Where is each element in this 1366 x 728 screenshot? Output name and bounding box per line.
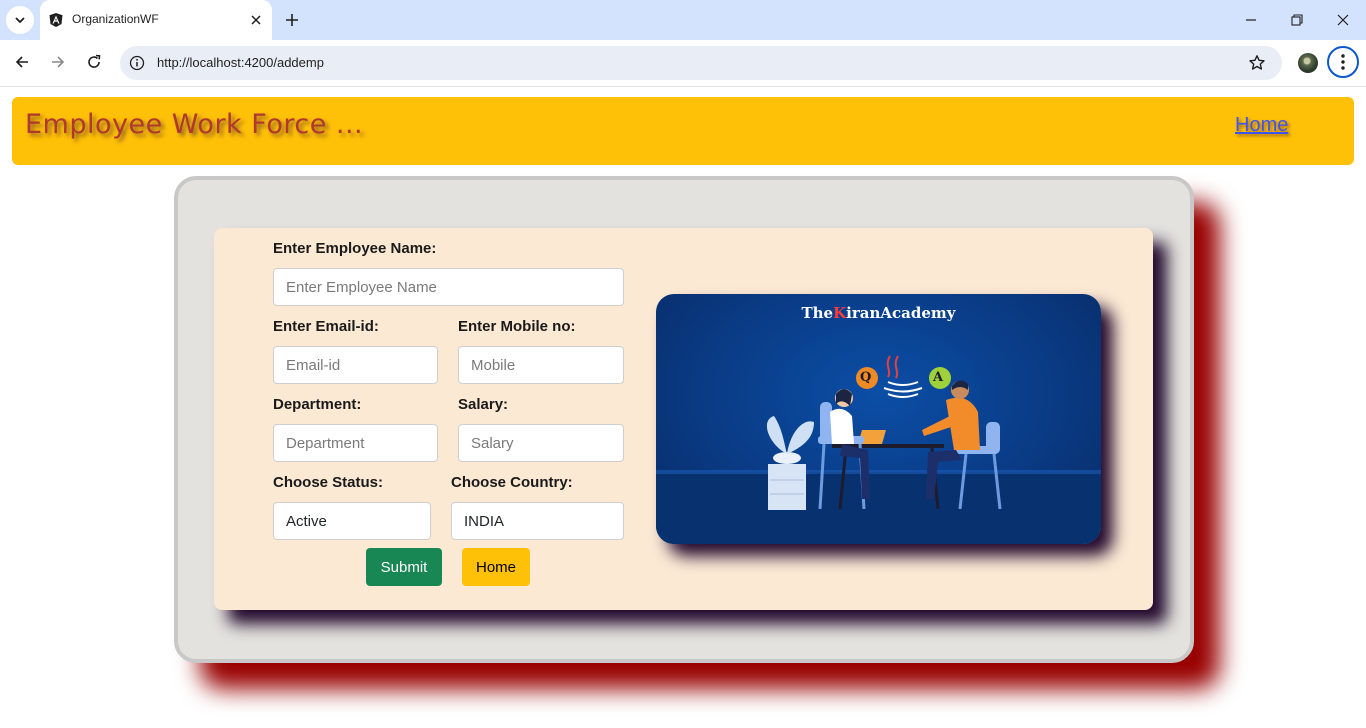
tab-search-button[interactable] <box>6 6 34 34</box>
browser-tab-strip: OrganizationWF <box>0 0 1366 40</box>
header-banner: Employee Work Force ... Home <box>12 97 1354 165</box>
brand-title: Employee Work Force ... <box>25 109 364 140</box>
bookmark-star-icon[interactable] <box>1248 54 1266 72</box>
tab-title: OrganizationWF <box>72 12 159 26</box>
nav-home-link[interactable]: Home <box>1235 114 1288 137</box>
back-arrow-icon[interactable] <box>12 52 32 72</box>
status-label: Choose Status: <box>273 474 384 491</box>
interview-illustration <box>656 355 1101 544</box>
new-tab-plus-icon[interactable] <box>282 10 302 30</box>
browser-toolbar: http://localhost:4200/addemp <box>0 40 1366 87</box>
country-select[interactable]: INDIA <box>451 502 624 540</box>
brand-highlight: K <box>833 304 847 322</box>
brand-suffix: iranAcademy <box>846 304 956 322</box>
submit-button[interactable]: Submit <box>366 548 442 586</box>
country-label: Choose Country: <box>451 474 573 491</box>
forward-arrow-icon[interactable] <box>48 52 68 72</box>
browser-tab[interactable]: OrganizationWF <box>40 0 272 40</box>
department-input[interactable] <box>273 424 438 462</box>
address-bar[interactable]: http://localhost:4200/addemp <box>120 46 1282 80</box>
browser-menu-button[interactable] <box>1327 46 1359 78</box>
salary-label: Salary: <box>458 396 509 413</box>
answer-bubble: A <box>933 370 944 385</box>
status-select[interactable]: Active <box>273 502 431 540</box>
minimize-window-icon[interactable] <box>1241 10 1261 30</box>
home-button[interactable]: Home <box>462 548 530 586</box>
close-tab-icon[interactable] <box>248 12 264 28</box>
angular-favicon-icon <box>49 13 63 27</box>
profile-avatar[interactable] <box>1298 53 1318 73</box>
mobile-label: Enter Mobile no: <box>458 318 576 335</box>
site-info-icon[interactable] <box>129 55 145 71</box>
salary-input[interactable] <box>458 424 624 462</box>
kebab-menu-icon <box>1341 54 1345 70</box>
academy-brand-text: TheKiranAcademy <box>656 304 1101 322</box>
employee-name-input[interactable] <box>273 268 624 306</box>
employee-name-label: Enter Employee Name: <box>273 240 437 257</box>
mobile-input[interactable] <box>458 346 624 384</box>
url-text[interactable]: http://localhost:4200/addemp <box>157 55 324 70</box>
question-bubble: Q <box>860 370 872 385</box>
academy-promo-image: TheKiranAcademy Q A <box>656 294 1101 544</box>
email-label: Enter Email-id: <box>273 318 379 335</box>
email-input[interactable] <box>273 346 438 384</box>
chevron-down-icon <box>15 17 25 24</box>
restore-window-icon[interactable] <box>1287 10 1307 30</box>
department-label: Department: <box>273 396 362 413</box>
brand-prefix: The <box>801 304 834 322</box>
reload-icon[interactable] <box>84 52 104 72</box>
close-window-icon[interactable] <box>1333 10 1353 30</box>
